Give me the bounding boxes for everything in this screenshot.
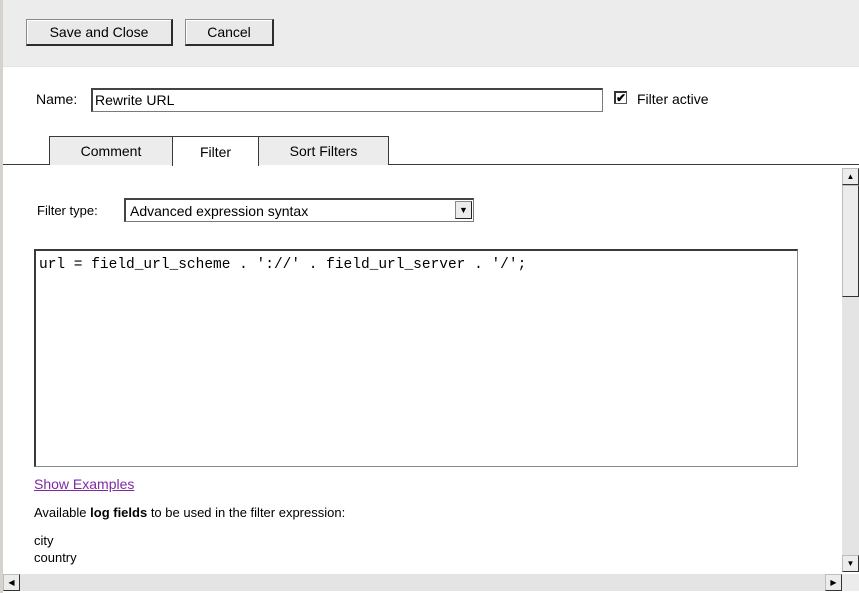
log-field-item: city bbox=[34, 533, 54, 548]
scroll-down-icon[interactable]: ▼ bbox=[842, 555, 859, 572]
help-bold: log fields bbox=[90, 505, 148, 520]
horizontal-scrollbar[interactable]: ◀ ▶ bbox=[3, 574, 842, 591]
dropdown-arrow-icon[interactable]: ▼ bbox=[455, 201, 472, 219]
help-suffix: to be used in the filter expression: bbox=[147, 505, 346, 520]
help-prefix: Available bbox=[34, 505, 91, 520]
vertical-scrollbar[interactable]: ▲ ▼ bbox=[842, 168, 859, 572]
log-field-item: country bbox=[34, 550, 77, 565]
toolbar: Save and Close Cancel bbox=[3, 0, 859, 67]
filter-active-checkbox[interactable]: ✔ bbox=[614, 91, 627, 104]
tab-filter[interactable]: Filter bbox=[172, 136, 259, 166]
scroll-up-icon[interactable]: ▲ bbox=[842, 168, 859, 185]
show-examples-link[interactable]: Show Examples bbox=[34, 476, 134, 492]
tab-comment[interactable]: Comment bbox=[49, 136, 173, 165]
log-fields-help-text: Available log fields to be used in the f… bbox=[34, 505, 345, 520]
checkmark-icon: ✔ bbox=[616, 91, 627, 105]
filter-type-value: Advanced expression syntax bbox=[130, 203, 309, 219]
scroll-right-icon[interactable]: ▶ bbox=[825, 574, 842, 591]
vertical-scroll-thumb[interactable] bbox=[842, 185, 859, 297]
name-label: Name: bbox=[36, 91, 78, 107]
scroll-left-icon[interactable]: ◀ bbox=[3, 574, 20, 591]
name-input[interactable]: Rewrite URL bbox=[91, 88, 603, 112]
cancel-button[interactable]: Cancel bbox=[185, 19, 274, 46]
scrollbar-corner bbox=[842, 574, 859, 591]
save-and-close-button[interactable]: Save and Close bbox=[26, 19, 173, 46]
tab-sort-filters[interactable]: Sort Filters bbox=[258, 136, 389, 165]
filter-type-label: Filter type: bbox=[37, 203, 98, 218]
filter-expression-textarea[interactable]: url = field_url_scheme . '://' . field_u… bbox=[34, 249, 798, 467]
filter-active-label[interactable]: Filter active bbox=[637, 91, 709, 107]
filter-type-select[interactable]: Advanced expression syntax ▼ bbox=[124, 198, 474, 222]
window-left-edge bbox=[0, 0, 3, 593]
